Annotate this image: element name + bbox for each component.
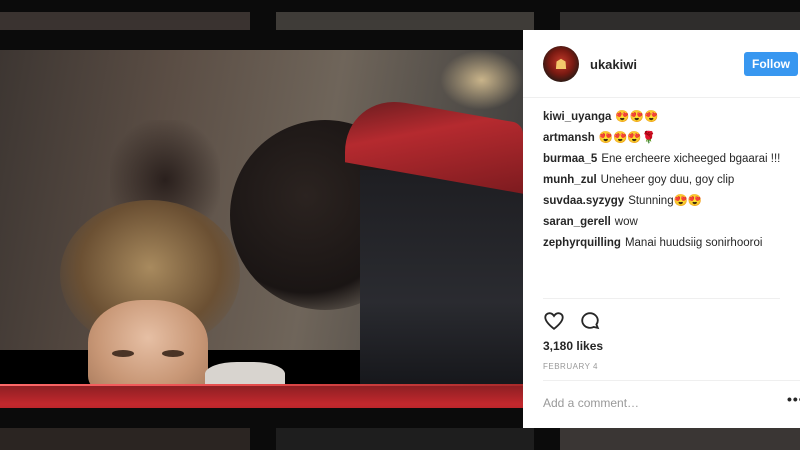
comment-item: munh_zul Uneheer goy duu, goy clip	[543, 170, 793, 191]
comment-input[interactable]	[543, 396, 743, 410]
follow-button[interactable]: Follow	[744, 52, 798, 76]
feed-tile[interactable]	[0, 428, 250, 450]
comment-username[interactable]: saran_gerell	[543, 216, 611, 228]
action-bar	[543, 310, 601, 332]
feed-tile[interactable]	[276, 12, 534, 30]
comment-username[interactable]: suvdaa.syzygy	[543, 195, 624, 207]
comment-username[interactable]: kiwi_uyanga	[543, 111, 611, 123]
add-comment-bar: •••	[543, 380, 800, 428]
comment-text: Ene ercheere xicheeged bgaarai !!!	[601, 153, 781, 165]
comment-item: saran_gerell wow	[543, 212, 793, 233]
comment-username[interactable]: burmaa_5	[543, 153, 597, 165]
post-username[interactable]: ukakiwi	[590, 57, 637, 72]
avatar[interactable]: ☗	[543, 46, 579, 82]
comment-text: Stunning😍😍	[628, 195, 703, 207]
comment-username[interactable]: zephyrquilling	[543, 237, 621, 249]
comment-text: 😍😍😍🌹	[598, 132, 657, 144]
divider	[543, 298, 780, 299]
comment-list: kiwi_uyanga 😍😍😍 artmansh 😍😍😍🌹 burmaa_5 Ene …	[543, 107, 793, 254]
comment-text: Manai huudsiig sonirhooroi	[624, 237, 763, 249]
comment-username[interactable]: munh_zul	[543, 174, 597, 186]
comment-text: Uneheer goy duu, goy clip	[600, 174, 735, 186]
comment-item: zephyrquilling Manai huudsiig sonirhooroi	[543, 233, 793, 254]
comment-item: burmaa_5 Ene ercheere xicheeged bgaarai !…	[543, 149, 793, 170]
comment-username[interactable]: artmansh	[543, 132, 595, 144]
mask-avatar-icon: ☗	[554, 56, 568, 72]
feed-tile[interactable]	[560, 12, 800, 30]
more-options-button[interactable]: •••	[787, 391, 800, 407]
post-photo[interactable]	[0, 50, 523, 408]
comment-item: suvdaa.syzygy Stunning😍😍	[543, 191, 793, 212]
post-date: FEBRUARY 4	[543, 362, 598, 371]
feed-tile[interactable]	[560, 428, 800, 450]
heart-icon[interactable]	[543, 310, 565, 332]
feed-tile[interactable]	[276, 428, 534, 450]
feed-tile[interactable]	[0, 12, 250, 30]
comment-item: kiwi_uyanga 😍😍😍	[543, 107, 793, 128]
like-count[interactable]: 3,180 likes	[543, 339, 603, 353]
post-header: ☗ ukakiwi Follow	[523, 30, 800, 98]
post-details-panel: ☗ ukakiwi Follow kiwi_uyanga 😍😍😍 artmansh…	[523, 30, 800, 428]
photo-image	[0, 50, 523, 408]
comment-bubble-icon[interactable]	[579, 310, 601, 332]
comment-text: 😍😍😍	[615, 111, 659, 123]
comment-text: wow	[614, 216, 638, 228]
comment-item: artmansh 😍😍😍🌹	[543, 128, 793, 149]
